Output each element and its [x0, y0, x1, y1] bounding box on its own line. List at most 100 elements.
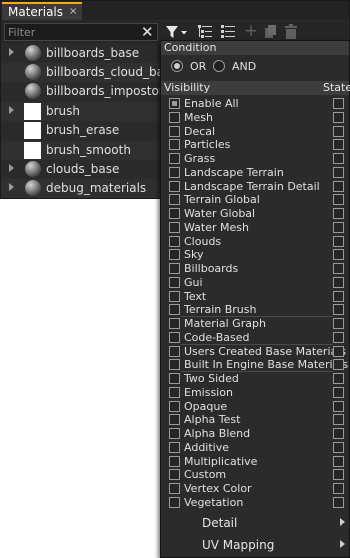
state-checkbox[interactable] [333, 345, 344, 357]
visibility-item[interactable]: Decal [161, 125, 349, 139]
state-checkbox[interactable] [333, 208, 344, 219]
visibility-item[interactable]: Additive [161, 441, 349, 455]
visibility-checkbox[interactable] [169, 139, 180, 151]
add-icon[interactable]: + [242, 22, 260, 40]
state-checkbox[interactable] [333, 483, 344, 494]
or-radio[interactable] [171, 60, 183, 72]
visibility-item[interactable]: Clouds [161, 235, 349, 249]
visibility-item[interactable]: Vertex Color [161, 482, 349, 496]
visibility-item[interactable]: Custom [161, 468, 349, 482]
visibility-item[interactable]: Text [161, 290, 349, 304]
state-checkbox[interactable] [333, 235, 344, 247]
state-checkbox[interactable] [333, 125, 344, 137]
tab-close-icon[interactable]: × [69, 6, 77, 17]
visibility-checkbox[interactable] [169, 441, 180, 453]
visibility-item[interactable]: Sky [161, 248, 349, 262]
enable-all-item[interactable]: Enable All [161, 97, 349, 111]
state-checkbox[interactable] [333, 414, 344, 426]
visibility-item[interactable]: Users Created Base Materials [161, 345, 349, 359]
visibility-item[interactable]: Grass [161, 152, 349, 166]
state-checkbox[interactable] [333, 98, 344, 109]
clear-filter-icon[interactable]: ✕ [141, 23, 154, 41]
visibility-checkbox[interactable] [169, 221, 180, 233]
state-checkbox[interactable] [333, 359, 344, 371]
visibility-checkbox[interactable] [169, 428, 180, 439]
visibility-item[interactable]: Multiplicative [161, 455, 349, 469]
state-checkbox[interactable] [333, 139, 344, 151]
visibility-item[interactable]: Material Graph [161, 317, 349, 331]
visibility-checkbox[interactable] [169, 290, 180, 302]
visibility-item[interactable]: Emission [161, 386, 349, 400]
visibility-checkbox[interactable] [169, 263, 180, 274]
expand-arrow-icon[interactable] [9, 164, 14, 172]
state-checkbox[interactable] [333, 263, 344, 274]
state-checkbox[interactable] [333, 428, 344, 439]
visibility-checkbox[interactable] [169, 166, 180, 178]
tab-materials[interactable]: Materials × [2, 2, 82, 20]
visibility-checkbox[interactable] [169, 318, 180, 329]
state-checkbox[interactable] [333, 221, 344, 233]
visibility-checkbox[interactable] [169, 345, 180, 357]
submenu-uv-mapping[interactable]: UV Mapping [161, 534, 349, 556]
visibility-checkbox[interactable] [169, 400, 180, 412]
visibility-checkbox[interactable] [169, 331, 180, 343]
expand-arrow-icon[interactable] [9, 48, 14, 56]
visibility-checkbox[interactable] [169, 208, 180, 219]
visibility-checkbox[interactable] [169, 153, 180, 164]
state-checkbox[interactable] [333, 153, 344, 164]
visibility-checkbox[interactable] [169, 249, 180, 261]
state-checkbox[interactable] [333, 166, 344, 178]
visibility-checkbox[interactable] [169, 359, 180, 371]
visibility-checkbox[interactable] [169, 125, 180, 137]
visibility-item[interactable]: Mesh [161, 111, 349, 125]
submenu-detail[interactable]: Detail [161, 512, 349, 534]
state-checkbox[interactable] [333, 386, 344, 398]
expand-all-button[interactable] [196, 23, 214, 41]
collapse-all-button[interactable] [219, 23, 237, 41]
visibility-checkbox[interactable] [169, 373, 180, 384]
state-checkbox[interactable] [333, 455, 344, 467]
state-checkbox[interactable] [333, 111, 344, 123]
visibility-checkbox[interactable] [169, 414, 180, 426]
state-checkbox[interactable] [333, 496, 344, 508]
copy-button[interactable] [263, 24, 279, 40]
expand-arrow-icon[interactable] [9, 106, 14, 114]
state-checkbox[interactable] [333, 331, 344, 343]
delete-button[interactable] [283, 24, 299, 40]
visibility-item[interactable]: Two Sided [161, 372, 349, 386]
state-checkbox[interactable] [333, 276, 344, 288]
expand-arrow-icon[interactable] [9, 183, 14, 191]
visibility-checkbox[interactable] [169, 111, 180, 123]
state-checkbox[interactable] [333, 290, 344, 302]
visibility-checkbox[interactable] [169, 386, 180, 398]
state-checkbox[interactable] [333, 304, 344, 316]
visibility-checkbox[interactable] [169, 180, 180, 192]
visibility-item[interactable]: Alpha Test [161, 413, 349, 427]
visibility-checkbox[interactable] [169, 98, 180, 109]
visibility-item[interactable]: Vegetation [161, 496, 349, 510]
visibility-item[interactable]: Alpha Blend [161, 427, 349, 441]
state-checkbox[interactable] [333, 469, 344, 481]
visibility-checkbox[interactable] [169, 483, 180, 494]
visibility-item[interactable]: Landscape Terrain Detail [161, 180, 349, 194]
visibility-item[interactable]: Water Mesh [161, 221, 349, 235]
visibility-item[interactable]: Gui [161, 276, 349, 290]
state-checkbox[interactable] [333, 194, 344, 206]
state-checkbox[interactable] [333, 180, 344, 192]
visibility-item[interactable]: Opaque [161, 400, 349, 414]
visibility-checkbox[interactable] [169, 469, 180, 481]
visibility-checkbox[interactable] [169, 235, 180, 247]
visibility-checkbox[interactable] [169, 496, 180, 508]
visibility-item[interactable]: Terrain Global [161, 193, 349, 207]
state-checkbox[interactable] [333, 249, 344, 261]
visibility-item[interactable]: Particles [161, 138, 349, 152]
visibility-checkbox[interactable] [169, 194, 180, 206]
visibility-item[interactable]: Landscape Terrain [161, 166, 349, 180]
state-checkbox[interactable] [333, 441, 344, 453]
state-checkbox[interactable] [333, 373, 344, 384]
and-radio[interactable] [213, 60, 225, 72]
state-checkbox[interactable] [333, 400, 344, 412]
state-checkbox[interactable] [333, 318, 344, 329]
visibility-checkbox[interactable] [169, 455, 180, 467]
visibility-item[interactable]: Water Global [161, 207, 349, 221]
